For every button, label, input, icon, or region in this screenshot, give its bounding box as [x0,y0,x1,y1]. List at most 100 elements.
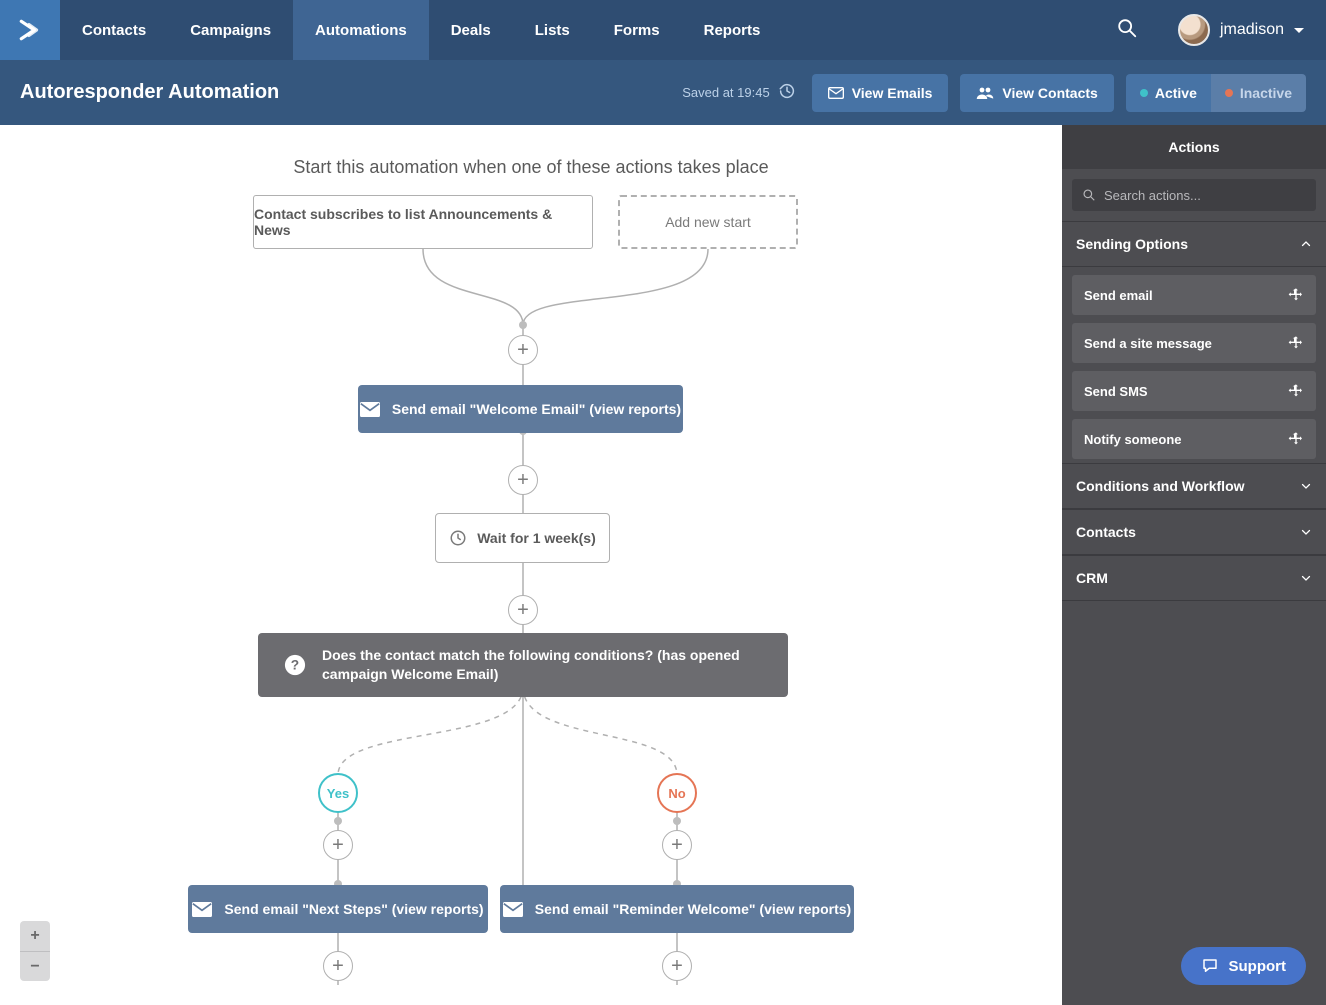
nav-lists[interactable]: Lists [513,0,592,60]
question-icon: ? [284,654,306,676]
section-label: Sending Options [1076,236,1188,252]
send-email-node[interactable]: Send email "Welcome Email" (view reports… [358,385,683,433]
section-crm[interactable]: CRM [1062,555,1326,601]
chevron-down-icon [1300,526,1312,538]
condition-label: Does the contact match the following con… [322,646,752,684]
active-dot-icon [1140,89,1148,97]
sub-header: Autoresponder Automation Saved at 19:45 … [0,60,1326,125]
connector-dot [334,817,342,825]
zoom-controls: + − [20,921,50,981]
move-icon [1288,335,1304,351]
send-email-label: Send email "Welcome Email" (view reports… [392,401,681,417]
action-label: Send SMS [1084,384,1148,399]
view-contacts-label: View Contacts [1002,85,1097,101]
saved-text: Saved at 19:45 [682,85,769,100]
status-active-label: Active [1155,85,1197,101]
move-icon [1288,383,1304,399]
send-email-yes-label: Send email "Next Steps" (view reports) [224,901,483,917]
chevron-down-icon [1294,28,1304,33]
actions-sidebar: Actions Search actions... Sending Option… [1062,125,1326,1005]
view-emails-button[interactable]: View Emails [812,74,949,112]
search-placeholder: Search actions... [1104,188,1201,203]
nav-campaigns[interactable]: Campaigns [168,0,293,60]
saved-indicator: Saved at 19:45 [682,82,795,103]
add-step-button[interactable]: + [662,951,692,981]
email-icon [503,902,523,917]
clock-icon [449,529,467,547]
avatar [1178,14,1210,46]
top-nav: Contacts Campaigns Automations Deals Lis… [0,0,1326,60]
start-prompt: Start this automation when one of these … [0,157,1062,178]
sending-options-items: Send email Send a site message Send SMS … [1062,267,1326,463]
user-menu[interactable]: jmadison [1156,14,1326,46]
inactive-dot-icon [1225,89,1233,97]
condition-node[interactable]: ? Does the contact match the following c… [258,633,788,697]
view-contacts-button[interactable]: View Contacts [960,74,1113,112]
page-title: Autoresponder Automation [20,81,670,104]
send-email-no-label: Send email "Reminder Welcome" (view repo… [535,901,851,917]
add-step-button[interactable]: + [662,830,692,860]
status-inactive-label: Inactive [1240,85,1292,101]
connector-dot [519,321,527,329]
action-label: Notify someone [1084,432,1182,447]
section-label: Contacts [1076,524,1136,540]
chevron-down-icon [1300,572,1312,584]
history-icon[interactable] [778,82,796,103]
wait-label: Wait for 1 week(s) [477,530,596,546]
send-email-node-no[interactable]: Send email "Reminder Welcome" (view repo… [500,885,854,933]
nav-forms[interactable]: Forms [592,0,682,60]
app-logo[interactable] [0,0,60,60]
section-contacts[interactable]: Contacts [1062,509,1326,555]
view-emails-label: View Emails [852,85,933,101]
connector-dot [673,817,681,825]
wait-node[interactable]: Wait for 1 week(s) [435,513,610,563]
branch-no[interactable]: No [657,773,697,813]
search-icon[interactable] [1098,17,1156,44]
search-actions-input[interactable]: Search actions... [1072,179,1316,211]
add-step-button[interactable]: + [508,465,538,495]
email-icon [360,402,380,417]
status-inactive[interactable]: Inactive [1211,74,1306,112]
svg-text:?: ? [291,658,299,673]
nav-reports[interactable]: Reports [682,0,783,60]
add-step-button[interactable]: + [323,951,353,981]
sidebar-search: Search actions... [1062,169,1326,221]
action-label: Send a site message [1084,336,1212,351]
move-icon [1288,431,1304,447]
action-send-site-message[interactable]: Send a site message [1072,323,1316,363]
add-step-button[interactable]: + [508,335,538,365]
section-label: Conditions and Workflow [1076,478,1245,494]
chevron-up-icon [1300,238,1312,250]
trigger-node[interactable]: Contact subscribes to list Announcements… [253,195,593,249]
section-label: CRM [1076,570,1108,586]
zoom-out-button[interactable]: − [20,951,50,981]
chat-icon [1201,957,1219,975]
status-active[interactable]: Active [1126,74,1211,112]
send-email-node-yes[interactable]: Send email "Next Steps" (view reports) [188,885,488,933]
section-sending-options[interactable]: Sending Options [1062,221,1326,267]
move-icon [1288,287,1304,303]
branch-yes[interactable]: Yes [318,773,358,813]
username: jmadison [1220,21,1284,39]
action-send-sms[interactable]: Send SMS [1072,371,1316,411]
nav-contacts[interactable]: Contacts [60,0,168,60]
zoom-in-button[interactable]: + [20,921,50,951]
sidebar-title: Actions [1062,125,1326,169]
action-label: Send email [1084,288,1153,303]
action-send-email[interactable]: Send email [1072,275,1316,315]
add-step-button[interactable]: + [508,595,538,625]
nav-deals[interactable]: Deals [429,0,513,60]
nav-automations[interactable]: Automations [293,0,429,60]
add-step-button[interactable]: + [323,830,353,860]
status-toggle[interactable]: Active Inactive [1126,74,1306,112]
chevron-down-icon [1300,480,1312,492]
support-button[interactable]: Support [1181,947,1307,985]
connector-lines [0,125,1062,1005]
automation-canvas[interactable]: Start this automation when one of these … [0,125,1062,1005]
section-conditions-workflow[interactable]: Conditions and Workflow [1062,463,1326,509]
email-icon [192,902,212,917]
action-notify-someone[interactable]: Notify someone [1072,419,1316,459]
search-icon [1082,188,1096,202]
nav-tabs: Contacts Campaigns Automations Deals Lis… [60,0,782,60]
add-start-node[interactable]: Add new start [618,195,798,249]
